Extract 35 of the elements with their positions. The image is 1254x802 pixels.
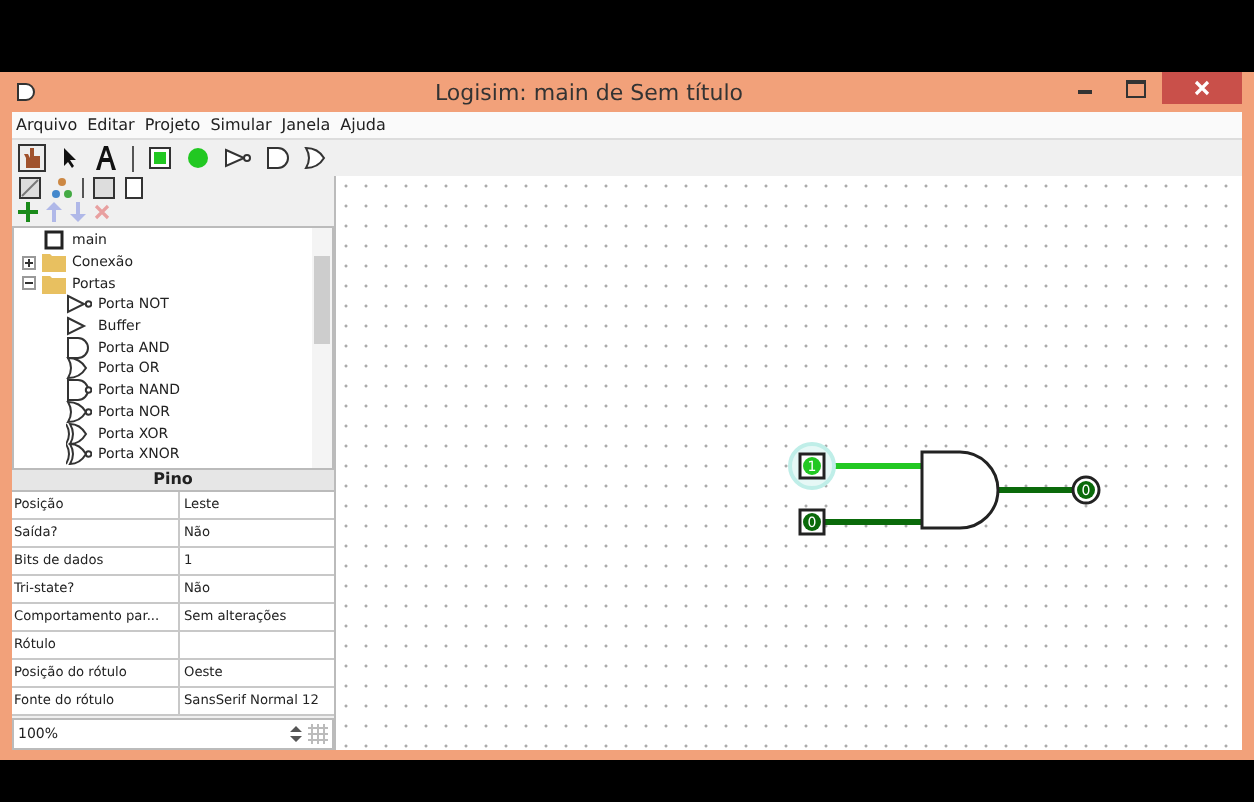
nor-gate-icon xyxy=(66,399,92,424)
or-gate-icon[interactable] xyxy=(304,146,328,170)
hand-tool-icon[interactable] xyxy=(18,144,46,172)
not-gate-icon[interactable] xyxy=(224,146,252,170)
menu-item[interactable]: Editar xyxy=(87,116,135,134)
layout-icon[interactable] xyxy=(18,176,42,200)
gate-icon xyxy=(16,82,40,102)
page-icon[interactable] xyxy=(124,176,144,200)
scrollbar[interactable] xyxy=(312,228,332,468)
and-gate-icon xyxy=(66,335,92,360)
nand-gate-icon xyxy=(66,378,92,403)
and-gate-icon[interactable] xyxy=(266,146,290,170)
text-tool-icon[interactable] xyxy=(94,144,118,172)
and-gate[interactable] xyxy=(920,450,1000,530)
add-icon[interactable] xyxy=(18,202,38,222)
not-gate-icon xyxy=(66,292,92,317)
menu-item[interactable]: Janela xyxy=(281,116,331,134)
input-pin-icon[interactable] xyxy=(148,146,172,170)
expander-icon[interactable] xyxy=(22,276,36,291)
menu-item[interactable]: Arquivo xyxy=(16,116,78,134)
expander-icon[interactable] xyxy=(22,255,36,270)
window-title: Logisim: main de Sem título xyxy=(432,79,746,105)
folder-icon xyxy=(42,273,66,294)
folder-icon xyxy=(42,252,66,273)
spinner-icon[interactable] xyxy=(288,724,304,744)
pointer-tool-icon[interactable] xyxy=(60,146,80,170)
menu-item[interactable]: Ajuda xyxy=(340,116,386,134)
menu-item[interactable]: Projeto xyxy=(144,116,201,134)
xor-gate-icon xyxy=(66,421,92,446)
or-gate-icon xyxy=(66,356,92,381)
close-icon xyxy=(1194,80,1210,96)
table-icon[interactable] xyxy=(92,176,116,200)
close-button[interactable] xyxy=(1162,72,1242,104)
section-title: Pino xyxy=(12,470,334,492)
menu-item[interactable]: Simular xyxy=(210,116,272,134)
